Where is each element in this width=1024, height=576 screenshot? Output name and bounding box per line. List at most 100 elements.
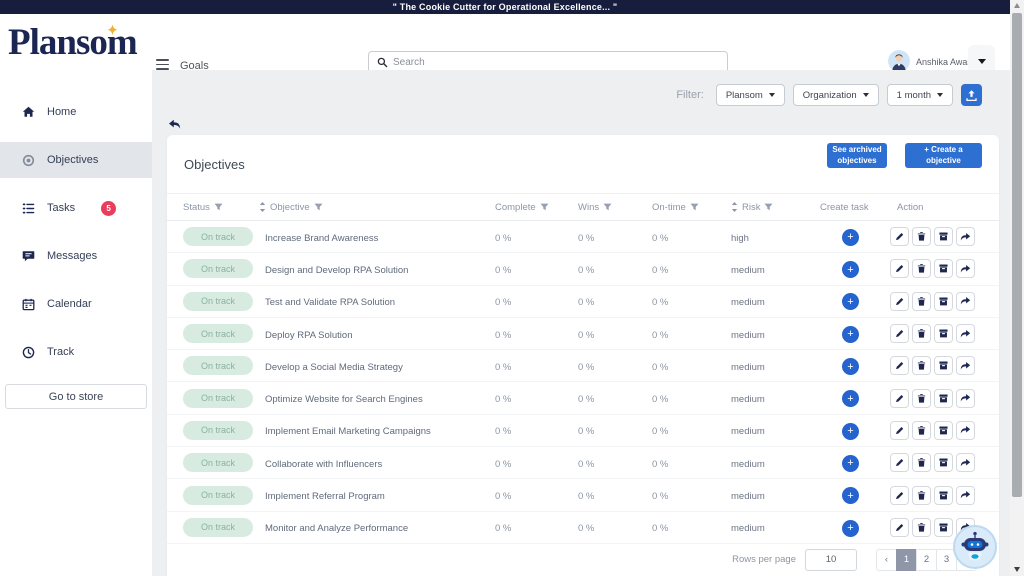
page-button-1[interactable]: 1	[896, 549, 917, 571]
objective-name[interactable]: Optimize Website for Search Engines	[265, 394, 423, 405]
filter-icon[interactable]	[540, 203, 549, 211]
archive-button[interactable]	[934, 292, 953, 311]
archive-button[interactable]	[934, 324, 953, 343]
archive-button[interactable]	[934, 389, 953, 408]
filter-icon[interactable]	[314, 203, 323, 211]
edit-button[interactable]	[890, 259, 909, 278]
edit-button[interactable]	[890, 227, 909, 246]
trash-icon	[916, 393, 927, 404]
objective-name[interactable]: Deploy RPA Solution	[265, 330, 353, 341]
create-task-button[interactable]: +	[842, 487, 859, 504]
edit-button[interactable]	[890, 389, 909, 408]
scroll-down-arrow-icon[interactable]	[1014, 567, 1020, 572]
share-button[interactable]	[956, 227, 975, 246]
create-task-button[interactable]: +	[842, 423, 859, 440]
delete-button[interactable]	[912, 453, 931, 472]
table-header-row: Status Objective Complete Wins	[167, 193, 999, 221]
delete-button[interactable]	[912, 518, 931, 537]
filter-icon[interactable]	[603, 203, 612, 211]
sort-icon[interactable]	[259, 202, 266, 212]
delete-button[interactable]	[912, 421, 931, 440]
on-time-value: 0 %	[652, 523, 668, 534]
create-task-button[interactable]: +	[842, 520, 859, 537]
back-button[interactable]	[168, 117, 181, 135]
share-button[interactable]	[956, 421, 975, 440]
see-archived-button[interactable]: See archived objectives	[827, 143, 887, 168]
archive-button[interactable]	[934, 227, 953, 246]
filter-icon[interactable]	[690, 203, 699, 211]
archive-button[interactable]	[934, 421, 953, 440]
chatbot-button[interactable]	[953, 525, 997, 569]
edit-button[interactable]	[890, 453, 909, 472]
archive-button[interactable]	[934, 259, 953, 278]
objective-name[interactable]: Develop a Social Media Strategy	[265, 362, 403, 373]
filter-dropdown-organization[interactable]: Organization	[793, 84, 879, 106]
scrollbar-thumb[interactable]	[1012, 13, 1022, 497]
share-button[interactable]	[956, 324, 975, 343]
prev-page-button[interactable]: ‹	[876, 549, 897, 571]
edit-button[interactable]	[890, 324, 909, 343]
objective-name[interactable]: Design and Develop RPA Solution	[265, 265, 408, 276]
export-button[interactable]	[961, 84, 982, 106]
objective-name[interactable]: Increase Brand Awareness	[265, 233, 378, 244]
share-button[interactable]	[956, 356, 975, 375]
edit-button[interactable]	[890, 486, 909, 505]
archive-button[interactable]	[934, 453, 953, 472]
rows-per-page-select[interactable]: 10	[805, 549, 857, 571]
menu-toggle-icon[interactable]	[156, 59, 169, 70]
on-time-value: 0 %	[652, 265, 668, 276]
go-to-store-button[interactable]: Go to store	[5, 384, 147, 409]
create-task-button[interactable]: +	[842, 455, 859, 472]
sidebar-item-objectives[interactable]: Objectives	[0, 142, 152, 178]
sidebar-item-calendar[interactable]: Calendar	[0, 286, 152, 322]
share-button[interactable]	[956, 486, 975, 505]
scroll-up-arrow-icon[interactable]	[1014, 3, 1020, 8]
create-task-button[interactable]: +	[842, 293, 859, 310]
objective-name[interactable]: Implement Email Marketing Campaigns	[265, 426, 431, 437]
filter-icon[interactable]	[764, 203, 773, 211]
sidebar-item-track[interactable]: Track	[0, 334, 152, 370]
create-task-button[interactable]: +	[842, 326, 859, 343]
delete-button[interactable]	[912, 486, 931, 505]
filter-dropdown-period[interactable]: 1 month	[887, 84, 953, 106]
edit-button[interactable]	[890, 292, 909, 311]
objective-name[interactable]: Collaborate with Influencers	[265, 459, 382, 470]
sidebar-item-messages[interactable]: Messages	[0, 238, 152, 274]
objective-name[interactable]: Implement Referral Program	[265, 491, 385, 502]
objective-name[interactable]: Monitor and Analyze Performance	[265, 523, 408, 534]
create-task-button[interactable]: +	[842, 261, 859, 278]
create-task-button[interactable]: +	[842, 390, 859, 407]
delete-button[interactable]	[912, 389, 931, 408]
edit-button[interactable]	[890, 421, 909, 440]
plansom-logo[interactable]: Plansom	[8, 18, 158, 68]
user-avatar[interactable]	[888, 50, 910, 72]
share-button[interactable]	[956, 292, 975, 311]
delete-button[interactable]	[912, 324, 931, 343]
delete-button[interactable]	[912, 259, 931, 278]
share-button[interactable]	[956, 259, 975, 278]
share-button[interactable]	[956, 389, 975, 408]
table-row: On track Optimize Website for Search Eng…	[167, 382, 999, 414]
page-button-2[interactable]: 2	[916, 549, 937, 571]
delete-button[interactable]	[912, 227, 931, 246]
edit-button[interactable]	[890, 356, 909, 375]
archive-button[interactable]	[934, 356, 953, 375]
edit-button[interactable]	[890, 518, 909, 537]
sort-icon[interactable]	[731, 202, 738, 212]
archive-button[interactable]	[934, 486, 953, 505]
sidebar-item-home[interactable]: Home	[0, 94, 152, 130]
search-input[interactable]	[393, 57, 719, 68]
delete-button[interactable]	[912, 356, 931, 375]
sidebar-item-tasks[interactable]: Tasks 5	[0, 190, 152, 226]
sidebar-label: Messages	[47, 250, 97, 262]
on-time-value: 0 %	[652, 362, 668, 373]
filter-icon[interactable]	[214, 203, 223, 211]
delete-button[interactable]	[912, 292, 931, 311]
create-task-button[interactable]: +	[842, 229, 859, 246]
create-objective-button[interactable]: + Create a objective	[905, 143, 982, 168]
create-task-button[interactable]: +	[842, 358, 859, 375]
archive-button[interactable]	[934, 518, 953, 537]
filter-dropdown-plansom[interactable]: Plansom	[716, 84, 785, 106]
share-button[interactable]	[956, 453, 975, 472]
objective-name[interactable]: Test and Validate RPA Solution	[265, 297, 395, 308]
